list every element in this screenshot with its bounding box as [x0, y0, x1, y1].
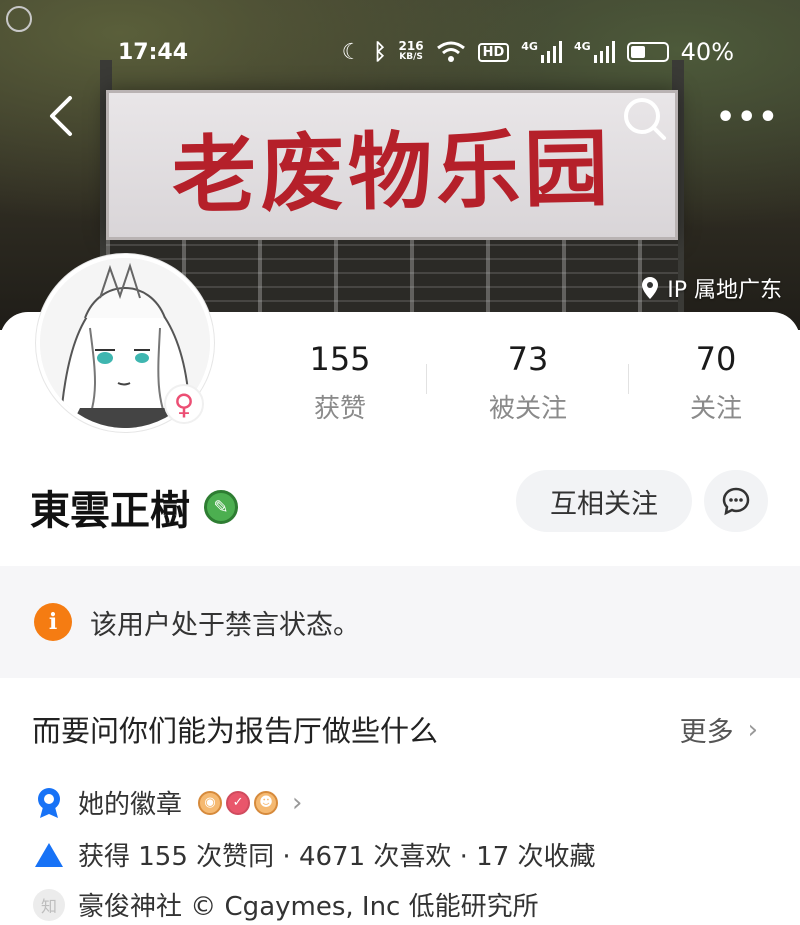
eye-badge-icon: ◉	[198, 790, 223, 815]
touch-indicator-icon	[6, 6, 32, 32]
chevron-right-icon: ›	[747, 714, 758, 745]
stat-following[interactable]: 70 关注	[646, 340, 786, 425]
banned-notice-text: 该用户处于禁言状态。	[90, 609, 360, 641]
organization-row: 知 豪俊神社 © Cgaymes, Inc 低能研究所	[32, 886, 539, 923]
organization-text: 豪俊神社 © Cgaymes, Inc 低能研究所	[78, 892, 539, 922]
battery-fill	[630, 46, 645, 58]
stat-label: 关注	[689, 394, 742, 424]
hd-icon: HD	[477, 42, 510, 62]
banner-sign-text: 老废物乐园	[171, 117, 613, 225]
battery-percent: 40%	[680, 38, 734, 66]
ip-location: IP 属地广东	[641, 272, 782, 304]
badges-label: 她的徽章	[78, 790, 183, 820]
status-time: 17:44	[118, 40, 189, 65]
chevron-right-icon: ›	[292, 787, 303, 818]
more-options-icon[interactable]: •••	[716, 100, 778, 136]
message-button[interactable]	[704, 470, 768, 532]
stat-likes-received[interactable]: 155 获赞	[270, 340, 410, 425]
chat-bubble-icon	[722, 487, 750, 516]
signal-icon: 4G	[574, 41, 615, 63]
bluetooth-icon: ᛒ	[373, 39, 387, 65]
status-bar: 17:44 ☾ ᛒ 216 KB/S HD 4G 4G 40%	[0, 30, 800, 76]
stat-value: 73	[507, 340, 549, 378]
achievements-text: 获得 155 次赞同 · 4671 次喜欢 · 17 次收藏	[78, 842, 596, 872]
wifi-icon	[436, 41, 465, 62]
username: 東雲正樹 ✎	[30, 478, 238, 536]
moon-icon: ☾	[341, 39, 362, 65]
ip-location-text: IP 属地广东	[667, 278, 782, 303]
person-badge-icon: ☻	[254, 790, 279, 815]
banner-sign: 老废物乐园	[106, 90, 678, 240]
signal-1-label: 4G	[521, 40, 538, 53]
bio-text: 而要问你们能为报告厅做些什么	[32, 714, 439, 748]
back-icon[interactable]	[40, 94, 84, 138]
zhihu-icon: 知	[32, 888, 66, 922]
info-icon: i	[34, 603, 72, 641]
badge-list: ◉ ✓ ☻	[194, 790, 279, 815]
battery-icon	[626, 42, 669, 62]
stat-divider	[426, 364, 427, 394]
stat-followers[interactable]: 73 被关注	[458, 340, 598, 425]
stat-label: 被关注	[488, 394, 567, 424]
net-speed-unit: KB/S	[399, 52, 423, 62]
stat-label: 获赞	[313, 394, 366, 424]
pencil-badge-icon[interactable]: ✎	[204, 490, 238, 524]
net-speed-value: 216	[398, 39, 424, 53]
banned-notice: i 该用户处于禁言状态。	[0, 566, 800, 678]
zhihu-icon-char: 知	[33, 888, 65, 921]
achievements-row: 获得 155 次赞同 · 4671 次喜欢 · 17 次收藏	[32, 836, 596, 873]
search-icon[interactable]	[620, 94, 668, 142]
stat-value: 155	[309, 340, 371, 378]
stat-divider	[628, 364, 629, 394]
triangle-icon	[32, 838, 66, 872]
net-speed: 216 KB/S	[398, 39, 424, 63]
stat-value: 70	[695, 340, 737, 378]
badges-row[interactable]: 她的徽章 ◉ ✓ ☻ ›	[32, 784, 302, 821]
more-link[interactable]: 更多 ›	[680, 710, 758, 749]
username-text: 東雲正樹	[30, 488, 190, 534]
medal-icon	[32, 786, 66, 820]
more-label: 更多	[679, 717, 734, 748]
signal-icon: 4G	[521, 41, 562, 63]
thumbs-up-badge-icon: ✓	[226, 790, 251, 815]
female-icon: ♀	[164, 384, 204, 424]
mutual-follow-button[interactable]: 互相关注	[516, 470, 692, 532]
profile-stats: 155 获赞 73 被关注 70 关注	[240, 340, 800, 430]
location-pin-icon	[642, 277, 659, 299]
signal-2-label: 4G	[573, 40, 591, 53]
